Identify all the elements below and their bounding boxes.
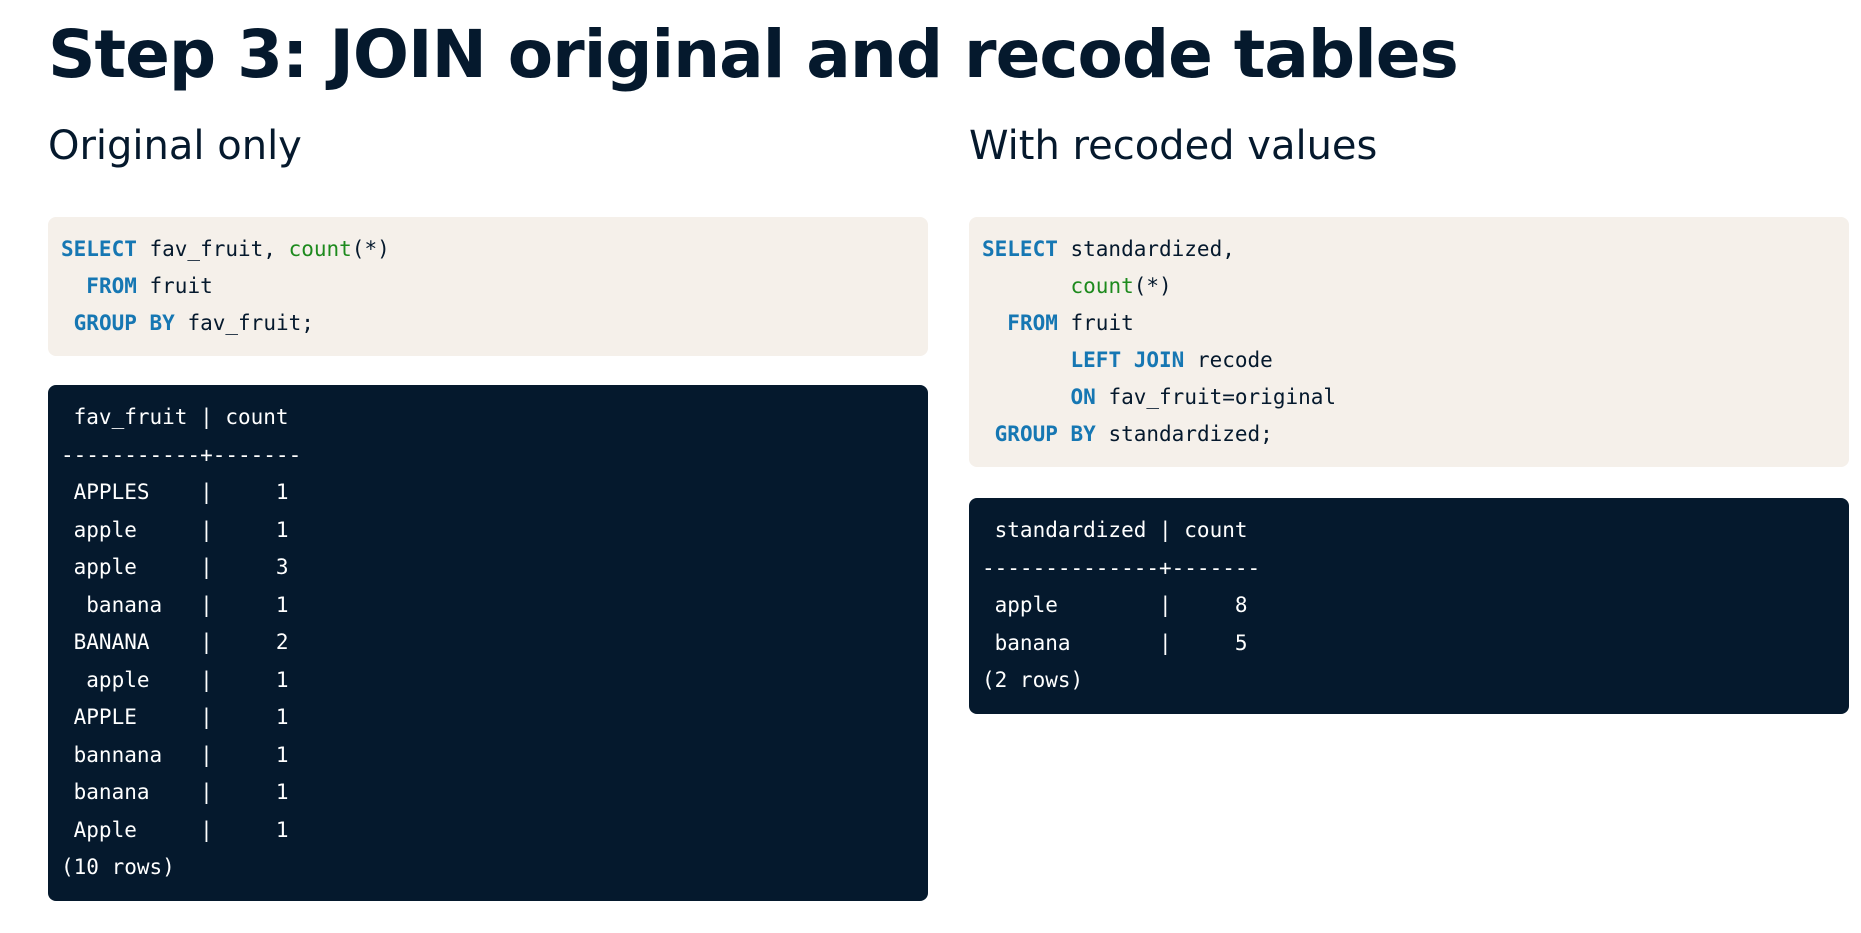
sql-keyword: GROUP BY (73, 311, 175, 335)
code-line: GROUP BY fav_fruit; (61, 305, 915, 342)
code-line: FROM fruit (61, 268, 915, 305)
code-line: GROUP BY standardized; (982, 416, 1836, 453)
code-line: SELECT standardized, (982, 231, 1836, 268)
sql-text: standardized; (1095, 422, 1273, 446)
sql-function: count (1070, 274, 1134, 298)
sql-keyword: SELECT (61, 237, 137, 261)
sql-keyword: FROM (1007, 311, 1058, 335)
sql-keyword: LEFT JOIN (1070, 348, 1185, 372)
sql-text: fruit (136, 274, 213, 298)
code-line: SELECT fav_fruit, count(*) (61, 231, 915, 268)
sql-keyword: SELECT (982, 237, 1058, 261)
code-line: LEFT JOIN recode (982, 342, 1836, 379)
right-query-output: standardized | count --------------+-----… (969, 498, 1849, 714)
right-subtitle: With recoded values (969, 123, 1378, 169)
output-line: (2 rows) (982, 668, 1084, 692)
code-line: FROM fruit (982, 305, 1836, 342)
output-line: fav_fruit | count (61, 405, 289, 429)
output-line: -----------+------- (61, 442, 302, 467)
output-line: APPLES | 1 (61, 480, 289, 504)
output-line: apple | 8 (982, 593, 1248, 617)
sql-function: count (288, 237, 352, 261)
output-line: standardized | count (982, 518, 1248, 542)
output-line: (10 rows) (61, 855, 175, 879)
code-line: ON fav_fruit=original (982, 379, 1836, 416)
left-sql-code-block: SELECT fav_fruit, count(*) FROM fruit GR… (48, 217, 928, 356)
sql-keyword: GROUP BY (994, 422, 1096, 446)
output-line: --------------+------- (982, 555, 1261, 580)
left-query-output: fav_fruit | count -----------+------- APP… (48, 385, 928, 901)
sql-text: fav_fruit, (136, 237, 289, 261)
output-line: banana | 5 (982, 630, 1248, 655)
sql-text: fruit (1057, 311, 1134, 335)
sql-text: standardized, (1057, 237, 1235, 261)
sql-text: fav_fruit; (174, 311, 314, 335)
sql-text: (*) (1133, 274, 1172, 298)
sql-keyword: ON (1070, 385, 1096, 409)
output-line: apple | 1 (61, 517, 289, 542)
output-line: banana | 1 (61, 780, 289, 804)
left-subtitle: Original only (48, 123, 302, 169)
output-line: apple | 1 (61, 667, 289, 692)
output-line: APPLE | 1 (61, 705, 289, 729)
sql-text: fav_fruit=original (1095, 385, 1337, 409)
slide-title: Step 3: JOIN original and recode tables (48, 16, 1459, 93)
code-line: count(*) (982, 268, 1836, 305)
right-sql-code-block: SELECT standardized, count(*) FROM fruit… (969, 217, 1849, 467)
output-line: Apple | 1 (61, 817, 289, 842)
sql-text: recode (1184, 348, 1273, 372)
output-line: BANANA | 2 (61, 630, 289, 654)
output-line: bannana | 1 (61, 742, 289, 767)
sql-keyword: FROM (86, 274, 137, 298)
sql-text: (*) (351, 237, 390, 261)
output-line: apple | 3 (61, 555, 289, 579)
output-line: banana | 1 (61, 592, 289, 617)
